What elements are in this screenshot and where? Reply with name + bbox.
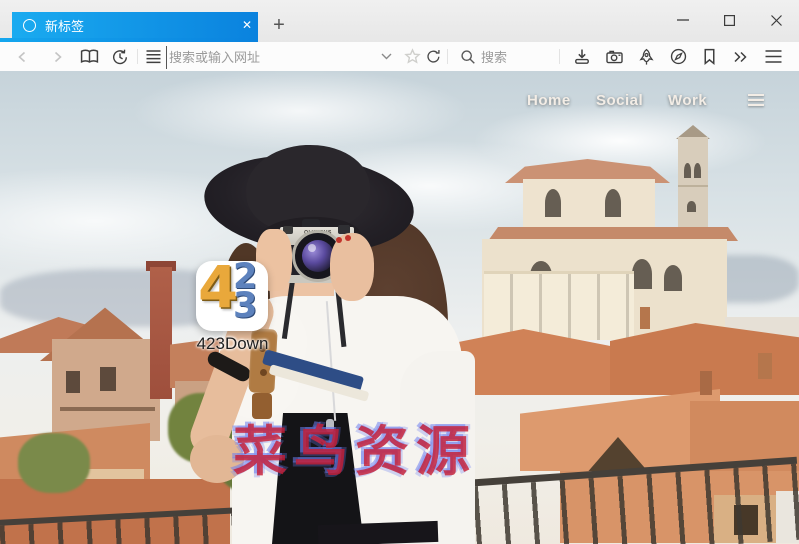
logo-caption: 423Down	[160, 334, 305, 354]
compass-icon[interactable]	[665, 42, 691, 71]
black-skirt	[318, 521, 439, 544]
refresh-icon[interactable]	[422, 42, 444, 71]
toolbar-separator	[559, 49, 560, 64]
roof-chimney	[700, 371, 712, 395]
site-logo-423down: 4 2 3	[196, 261, 268, 331]
church-portico	[484, 271, 634, 340]
maximize-button[interactable]	[714, 6, 744, 34]
download-icon[interactable]	[570, 42, 594, 71]
nav-work-link[interactable]: Work	[668, 92, 707, 109]
favorite-star-icon[interactable]	[401, 42, 423, 71]
nav-social-link[interactable]: Social	[596, 92, 643, 109]
roof-chimney	[640, 307, 650, 329]
screenshot-camera-icon[interactable]	[601, 42, 627, 71]
toolbar-separator	[447, 49, 448, 64]
woman-right-hand	[330, 233, 374, 301]
new-tab-button[interactable]: +	[266, 13, 292, 39]
browser-window: 新标签 ✕ +	[0, 0, 799, 544]
nav-menu-icon[interactable]	[748, 94, 764, 108]
reading-list-icon[interactable]	[142, 42, 164, 71]
church-upper-cube	[523, 179, 655, 231]
strap-rivet	[260, 369, 267, 376]
watermark-text: 菜鸟资源	[233, 407, 477, 486]
brick-chimney	[150, 267, 172, 399]
tree	[18, 433, 90, 493]
forward-icon[interactable]	[46, 42, 70, 71]
bookmarks-book-icon[interactable]	[77, 42, 101, 71]
bookmark-flag-icon[interactable]	[697, 42, 721, 71]
back-icon[interactable]	[10, 42, 34, 71]
tab-new-tab[interactable]: 新标签 ✕	[12, 12, 258, 38]
close-button[interactable]	[761, 6, 791, 34]
main-menu-icon[interactable]	[759, 42, 787, 71]
address-bar-input[interactable]	[166, 46, 376, 69]
rocket-icon[interactable]	[633, 42, 659, 71]
logo-digit-3: 3	[233, 286, 257, 326]
search-icon[interactable]	[457, 42, 479, 71]
toolbar-separator	[137, 49, 138, 64]
minimize-button[interactable]	[668, 6, 698, 34]
history-icon[interactable]	[108, 42, 132, 71]
red-nail	[336, 237, 342, 243]
webpage-hero-photo: OLYMPUS 4 2 3 423Down 菜鸟资源 Home Social W…	[0, 71, 799, 544]
tab-close-icon[interactable]: ✕	[236, 14, 258, 36]
roof-chimney	[758, 353, 772, 379]
more-tools-chevrons-icon[interactable]	[727, 42, 753, 71]
tab-bar: 新标签 ✕ +	[0, 0, 799, 42]
lens-highlight	[308, 244, 316, 252]
address-dropdown-chevron-icon[interactable]	[376, 42, 396, 71]
search-box-input[interactable]	[479, 46, 558, 69]
navigation-toolbar	[0, 42, 799, 72]
nav-home-link[interactable]: Home	[527, 92, 571, 109]
tab-loading-icon	[23, 19, 36, 32]
red-nail	[345, 235, 351, 241]
tab-title: 新标签	[45, 16, 236, 35]
